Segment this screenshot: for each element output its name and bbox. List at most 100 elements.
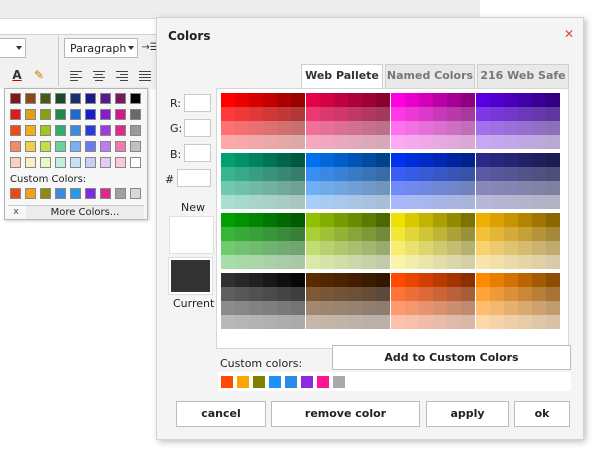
picker-swatch[interactable] (70, 141, 81, 152)
picker-swatch[interactable] (55, 125, 66, 136)
palette-cell[interactable] (362, 121, 376, 135)
palette-cell[interactable] (235, 315, 249, 329)
palette-cell[interactable] (263, 255, 277, 269)
palette-cell[interactable] (405, 181, 419, 195)
picker-swatch[interactable] (130, 157, 141, 168)
palette-cell[interactable] (391, 135, 405, 149)
palette-cell[interactable] (476, 315, 490, 329)
palette-cell[interactable] (504, 195, 518, 209)
palette-cell[interactable] (433, 241, 447, 255)
palette-cell[interactable] (277, 287, 291, 301)
palette-cell[interactable] (277, 241, 291, 255)
palette-cell[interactable] (433, 195, 447, 209)
palette-cell[interactable] (263, 213, 277, 227)
palette-cell[interactable] (306, 93, 320, 107)
palette-cell[interactable] (277, 153, 291, 167)
palette-cell[interactable] (518, 287, 532, 301)
palette-cell[interactable] (405, 241, 419, 255)
palette-cell[interactable] (476, 167, 490, 181)
palette-cell[interactable] (419, 213, 433, 227)
palette-cell[interactable] (461, 195, 475, 209)
palette-cell[interactable] (461, 93, 475, 107)
picker-swatch[interactable] (55, 157, 66, 168)
palette-cell[interactable] (249, 195, 263, 209)
palette-cell[interactable] (348, 121, 362, 135)
palette-cell[interactable] (461, 121, 475, 135)
palette-cell[interactable] (433, 273, 447, 287)
picker-swatch[interactable] (70, 157, 81, 168)
palette-cell[interactable] (249, 167, 263, 181)
palette-cell[interactable] (447, 135, 461, 149)
palette-cell[interactable] (263, 227, 277, 241)
palette-cell[interactable] (532, 135, 546, 149)
palette-cell[interactable] (362, 315, 376, 329)
palette-cell[interactable] (320, 315, 334, 329)
picker-swatch[interactable] (100, 109, 111, 120)
palette-cell[interactable] (306, 213, 320, 227)
palette-cell[interactable] (504, 153, 518, 167)
palette-cell[interactable] (348, 93, 362, 107)
palette-cell[interactable] (348, 255, 362, 269)
palette-cell[interactable] (277, 273, 291, 287)
palette-cell[interactable] (476, 135, 490, 149)
picker-custom-swatch[interactable] (40, 188, 51, 199)
palette-cell[interactable] (490, 315, 504, 329)
font-color-button[interactable]: A (8, 66, 26, 84)
palette-cell[interactable] (334, 255, 348, 269)
palette-cell[interactable] (518, 195, 532, 209)
palette-cell[interactable] (461, 301, 475, 315)
tab-named-colors[interactable]: Named Colors (385, 64, 475, 88)
palette-cell[interactable] (405, 213, 419, 227)
palette-cell[interactable] (334, 107, 348, 121)
palette-cell[interactable] (419, 255, 433, 269)
palette-cell[interactable] (263, 287, 277, 301)
palette-cell[interactable] (221, 181, 235, 195)
palette-cell[interactable] (362, 181, 376, 195)
palette-cell[interactable] (376, 301, 390, 315)
remove-color-button[interactable]: remove color (271, 401, 420, 427)
palette-cell[interactable] (391, 213, 405, 227)
picker-swatch[interactable] (85, 141, 96, 152)
palette-cell[interactable] (504, 255, 518, 269)
picker-swatch[interactable] (25, 109, 36, 120)
palette-cell[interactable] (419, 121, 433, 135)
palette-cell[interactable] (249, 153, 263, 167)
palette-cell[interactable] (490, 93, 504, 107)
palette-cell[interactable] (277, 167, 291, 181)
palette-cell[interactable] (476, 181, 490, 195)
palette-cell[interactable] (334, 273, 348, 287)
palette-cell[interactable] (532, 255, 546, 269)
picker-swatch[interactable] (100, 141, 111, 152)
palette-cell[interactable] (532, 181, 546, 195)
palette-cell[interactable] (263, 241, 277, 255)
palette-cell[interactable] (235, 135, 249, 149)
palette-cell[interactable] (490, 301, 504, 315)
palette-cell[interactable] (376, 107, 390, 121)
picker-swatch[interactable] (55, 141, 66, 152)
palette-cell[interactable] (405, 315, 419, 329)
palette-cell[interactable] (263, 121, 277, 135)
palette-cell[interactable] (306, 287, 320, 301)
palette-cell[interactable] (461, 107, 475, 121)
palette-cell[interactable] (348, 301, 362, 315)
palette-cell[interactable] (490, 287, 504, 301)
palette-cell[interactable] (235, 93, 249, 107)
palette-cell[interactable] (263, 273, 277, 287)
palette-cell[interactable] (447, 227, 461, 241)
palette-cell[interactable] (263, 167, 277, 181)
r-input[interactable] (184, 94, 211, 112)
palette-cell[interactable] (476, 153, 490, 167)
align-right-icon[interactable] (116, 71, 128, 81)
picker-custom-swatch[interactable] (115, 188, 126, 199)
palette-cell[interactable] (504, 107, 518, 121)
custom-color-swatch[interactable] (221, 376, 233, 388)
palette-cell[interactable] (221, 167, 235, 181)
palette-cell[interactable] (504, 213, 518, 227)
picker-custom-swatch[interactable] (10, 188, 21, 199)
custom-color-swatch[interactable] (301, 376, 313, 388)
palette-cell[interactable] (405, 153, 419, 167)
cancel-button[interactable]: cancel (176, 401, 266, 427)
palette-cell[interactable] (546, 135, 560, 149)
palette-cell[interactable] (320, 241, 334, 255)
picker-swatch[interactable] (10, 93, 21, 104)
